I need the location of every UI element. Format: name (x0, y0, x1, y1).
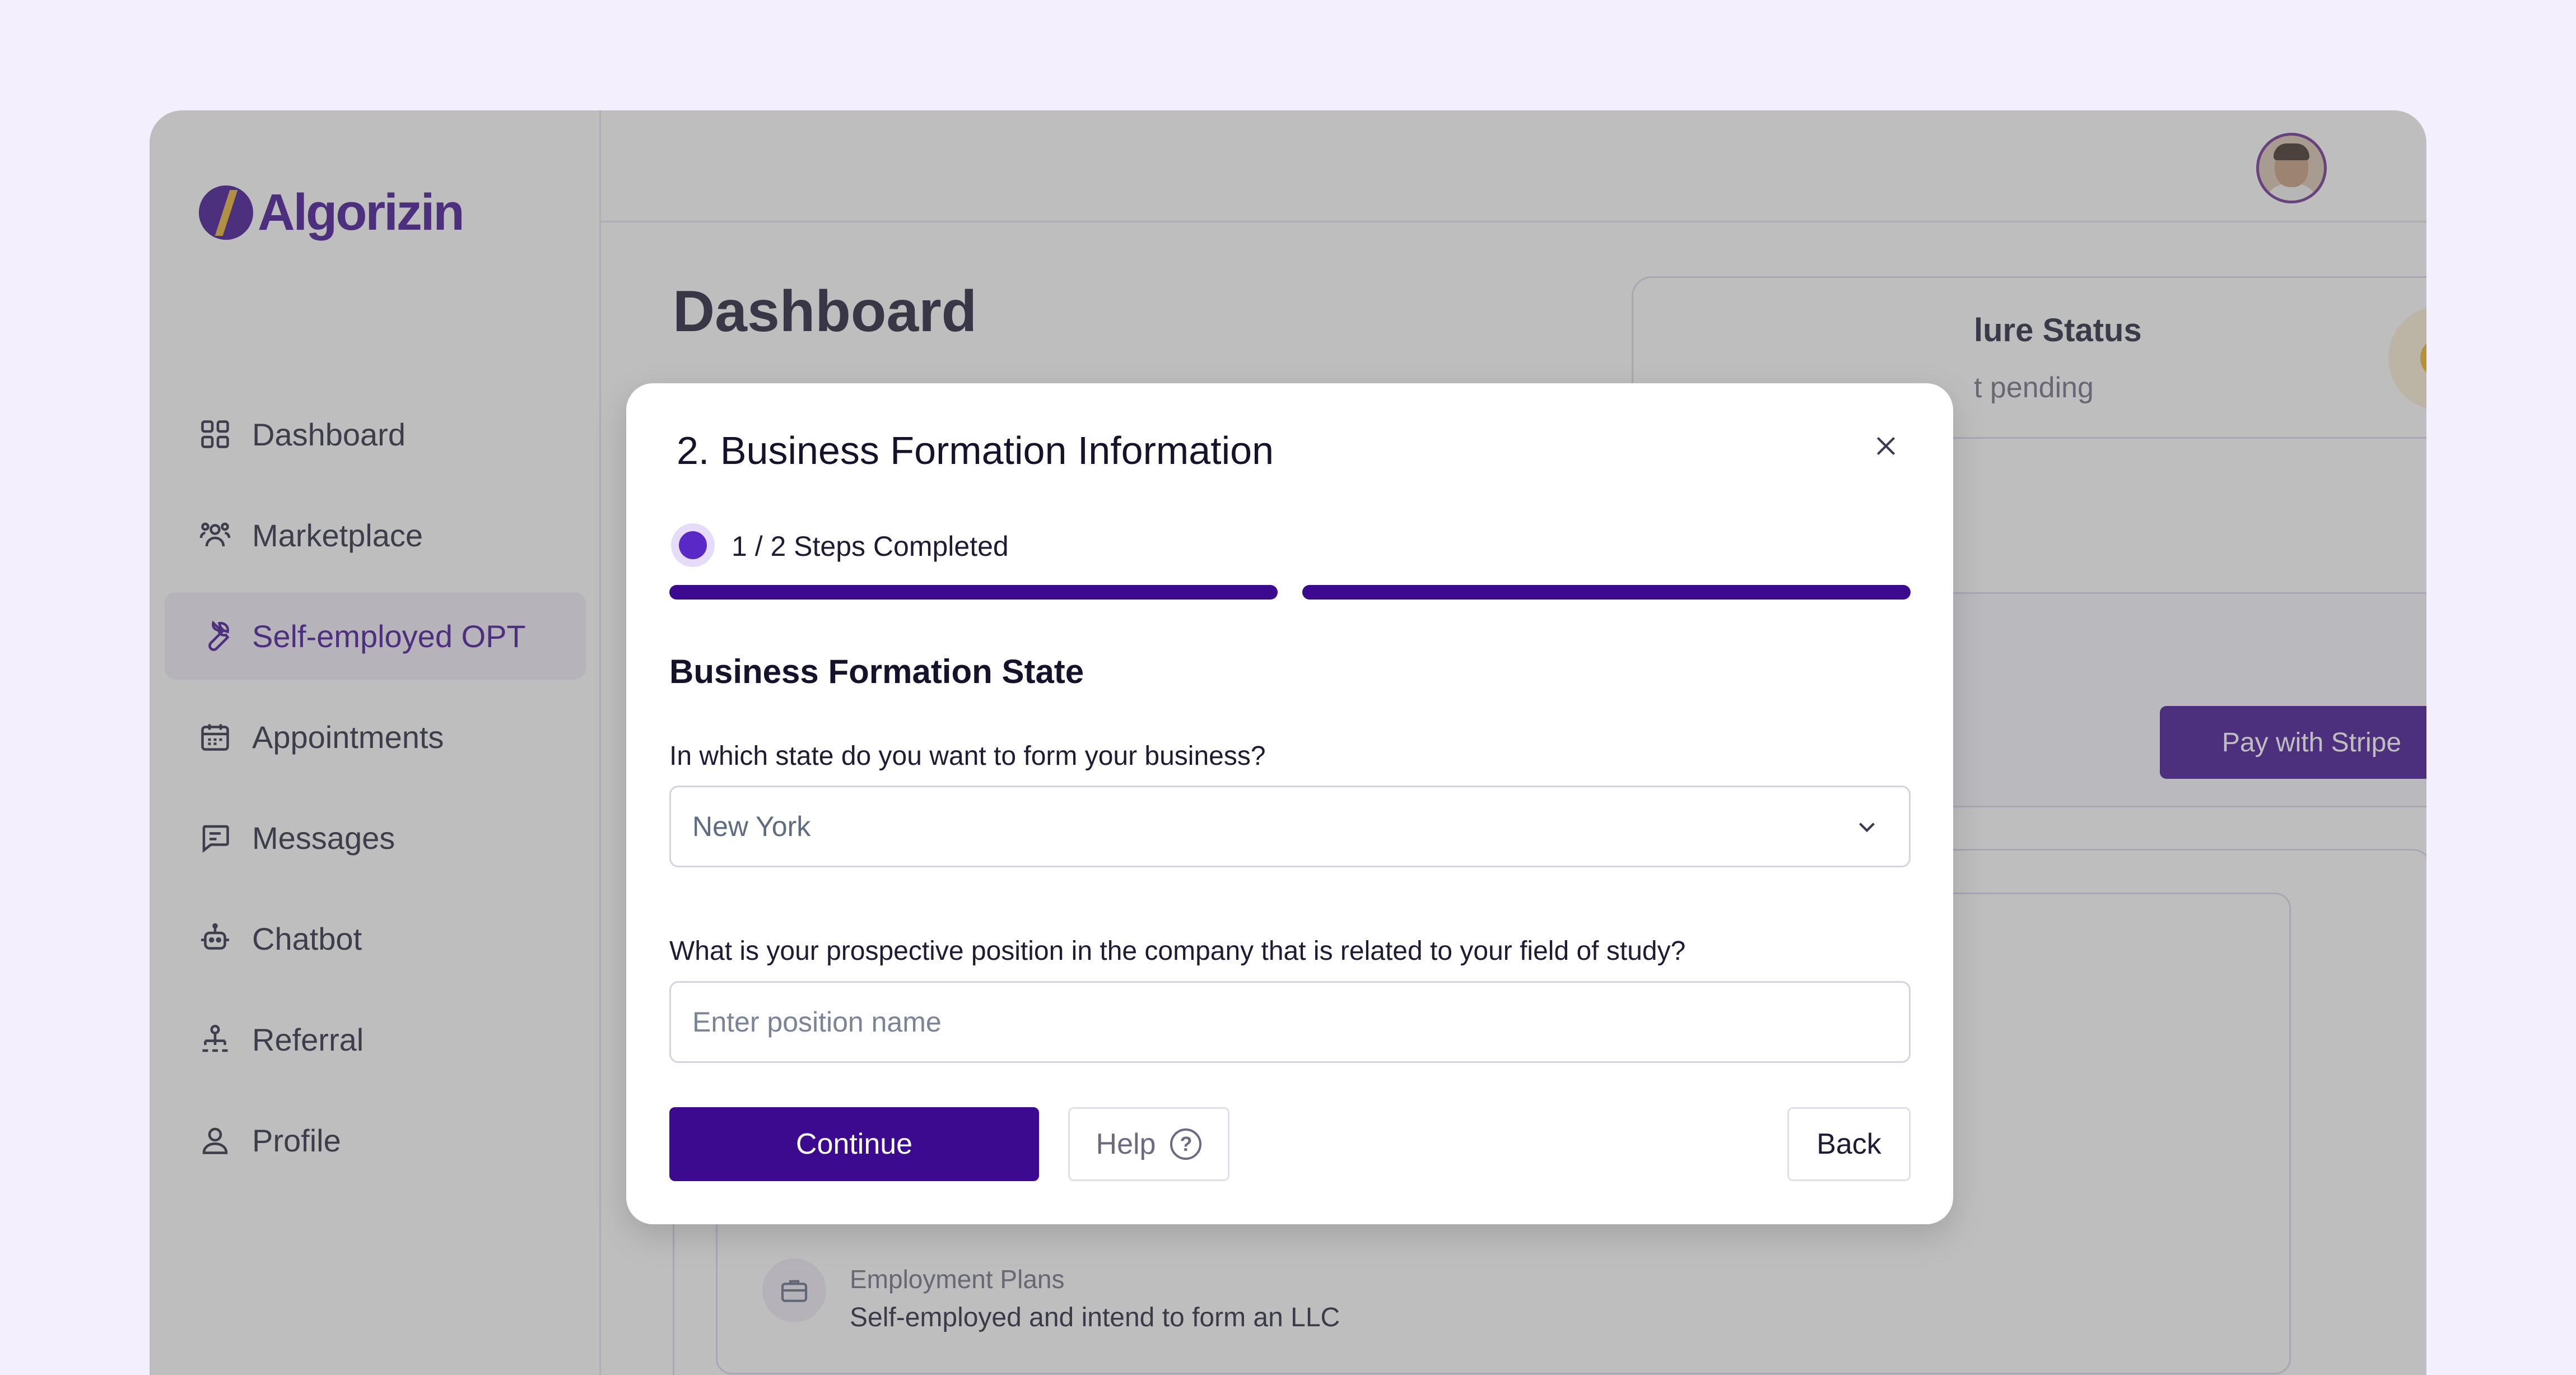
question-mark-icon: ? (1170, 1128, 1202, 1160)
back-button-label: Back (1816, 1128, 1881, 1160)
back-button[interactable]: Back (1787, 1107, 1911, 1181)
state-select-value: New York (692, 811, 811, 842)
state-select[interactable]: New York (669, 786, 1911, 867)
steps-completed-text: 1 / 2 Steps Completed (732, 531, 1009, 562)
chevron-down-icon (1859, 823, 1875, 833)
close-icon[interactable] (1869, 429, 1903, 463)
help-button-label: Help (1096, 1128, 1156, 1160)
business-formation-modal: 2. Business Formation Information 1 / 2 … (626, 383, 1953, 1224)
modal-title: 2. Business Formation Information (677, 429, 1274, 472)
progress-segment-1 (669, 585, 1278, 600)
continue-button[interactable]: Continue (669, 1107, 1039, 1181)
section-title: Business Formation State (669, 653, 1084, 690)
continue-button-label: Continue (795, 1128, 913, 1160)
position-input[interactable] (669, 981, 1911, 1063)
state-question-label: In which state do you want to form your … (669, 741, 1266, 771)
step-indicator-icon (671, 523, 715, 567)
help-button[interactable]: Help ? (1068, 1107, 1229, 1181)
step-progress-bar (669, 585, 1911, 600)
position-question-label: What is your prospective position in the… (669, 936, 1686, 966)
progress-segment-2 (1302, 585, 1911, 600)
